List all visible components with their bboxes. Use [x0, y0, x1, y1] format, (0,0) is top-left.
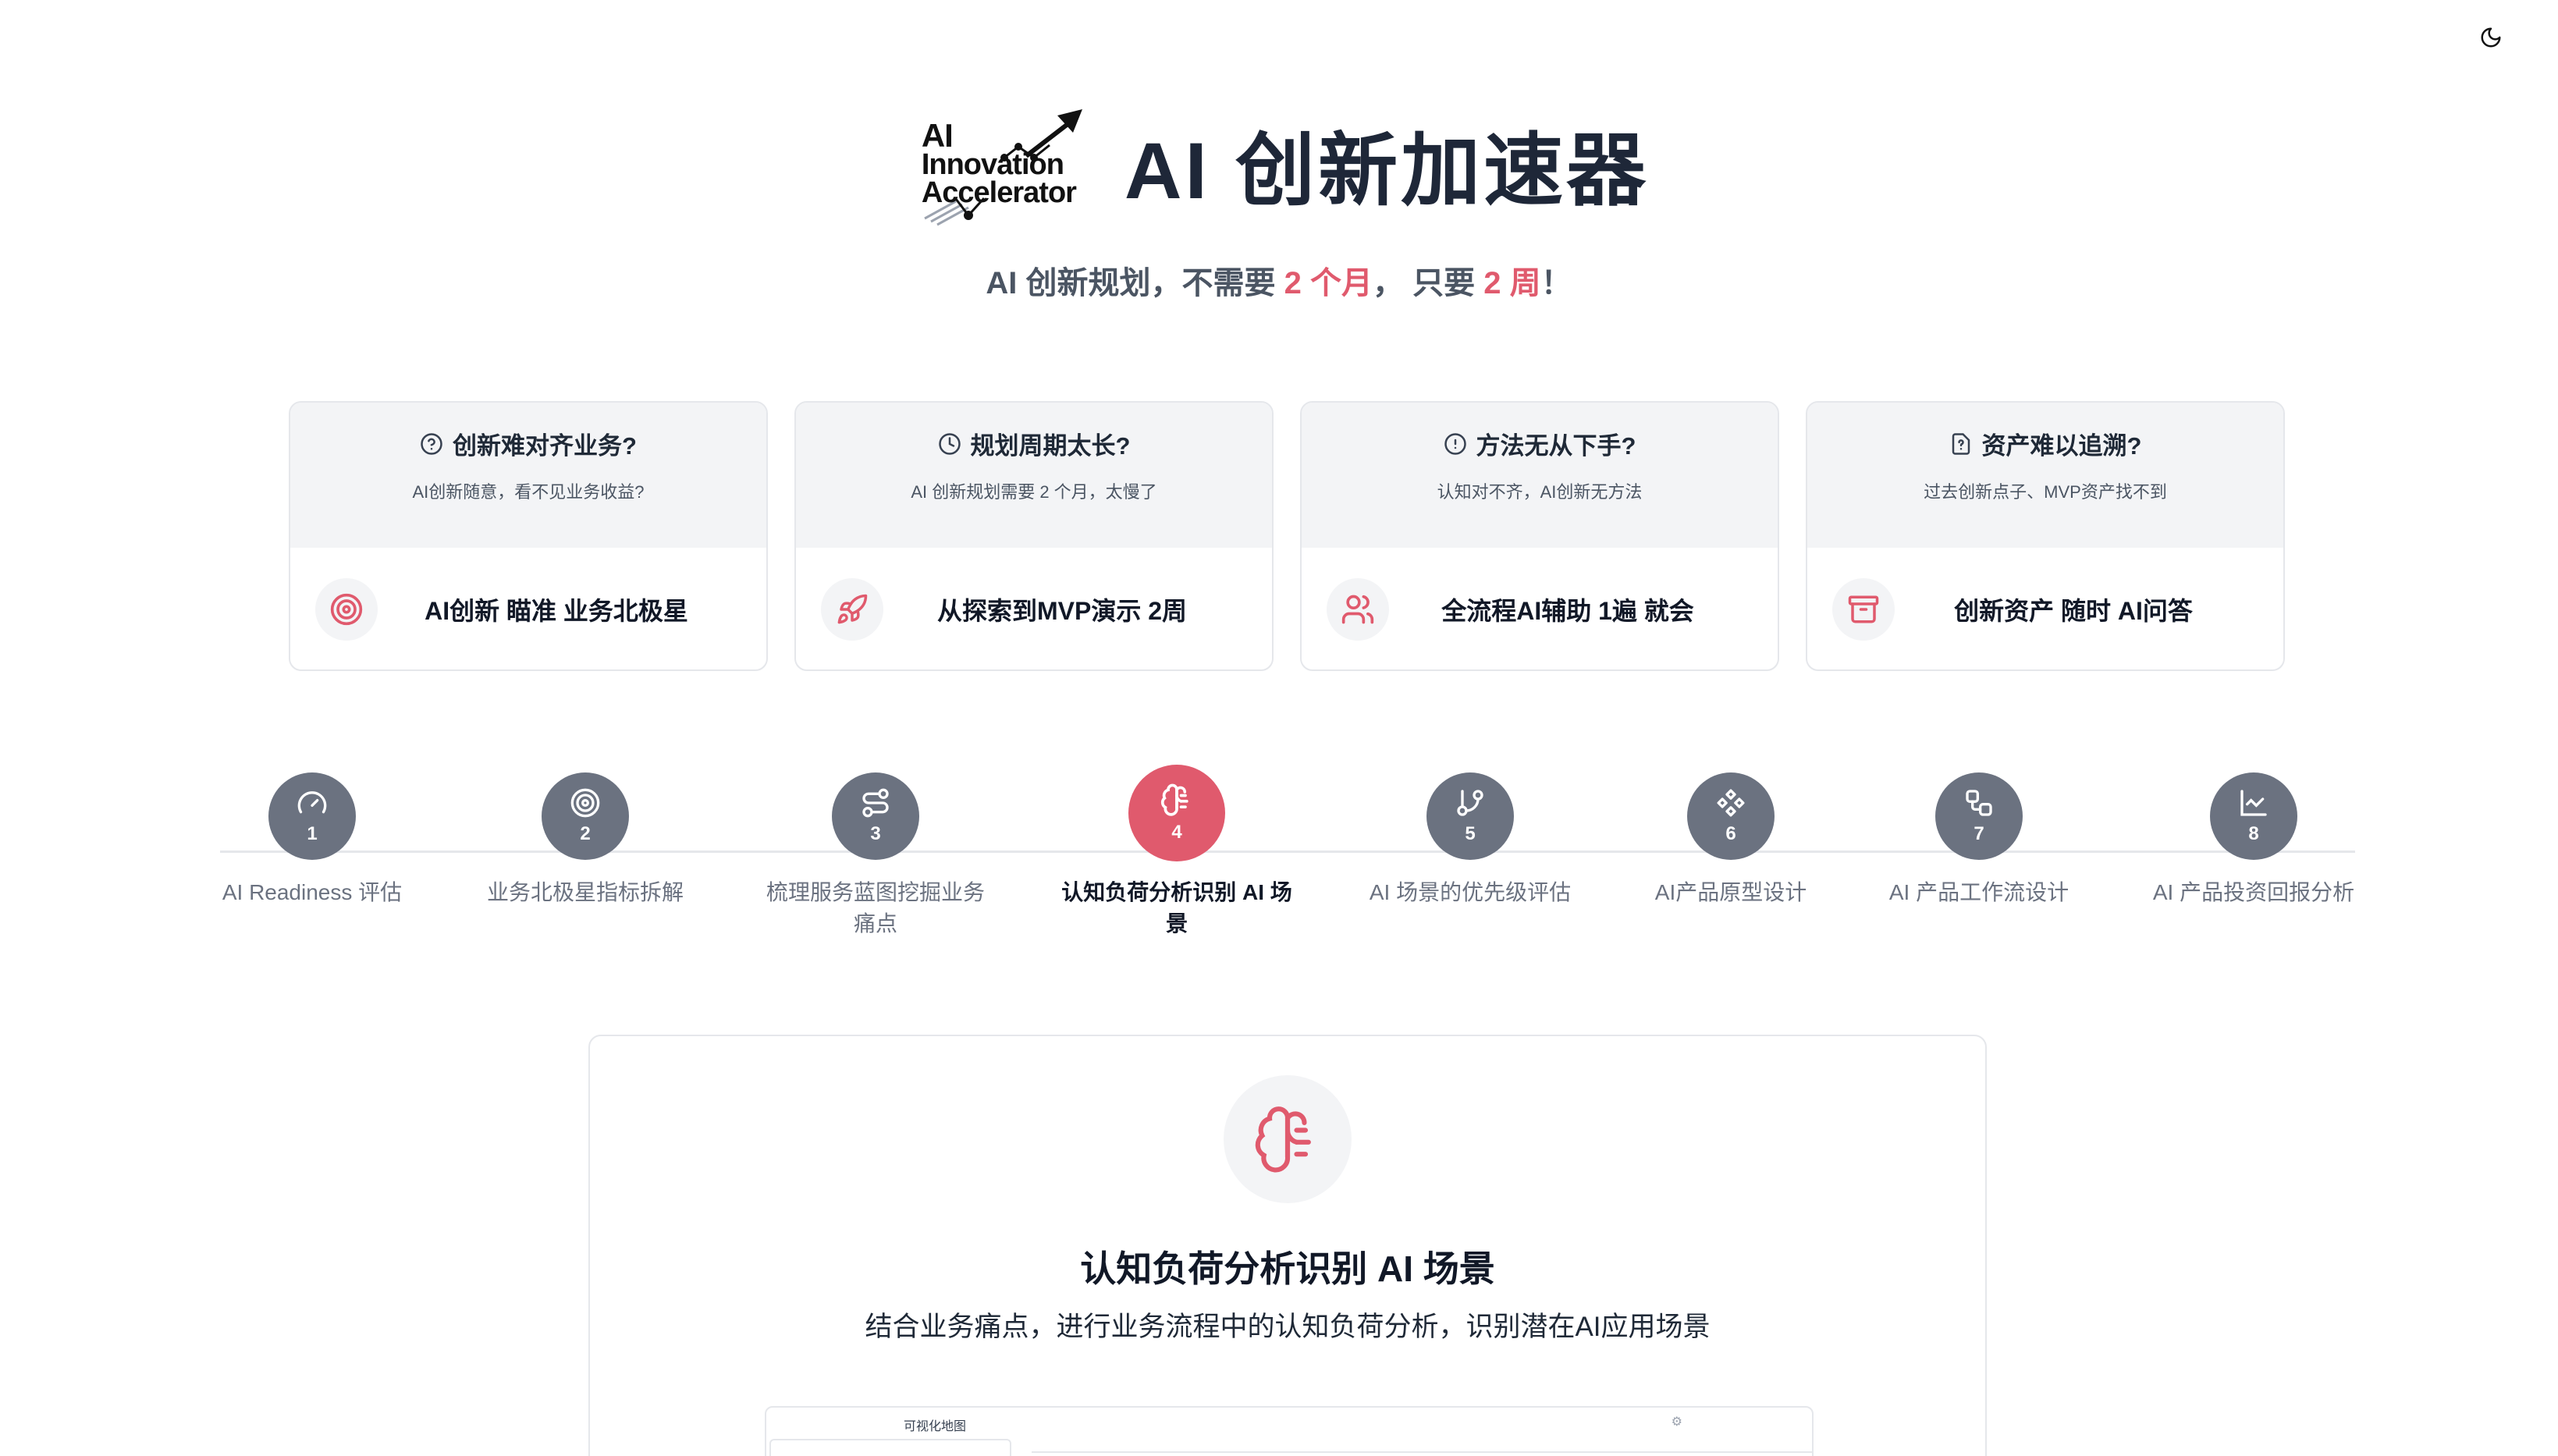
step-number: 4	[1171, 822, 1182, 843]
card-question: 方法无从下手?	[1476, 432, 1636, 460]
step-number: 3	[870, 823, 881, 844]
card-question: 创新难对齐业务?	[453, 432, 637, 460]
step-circle[interactable]: 1	[268, 772, 356, 860]
preview-canvas	[1032, 1451, 1812, 1456]
theme-toggle-button[interactable]	[2475, 22, 2506, 53]
step-6[interactable]: 6 AI产品原型设计	[1606, 765, 1856, 908]
gauge-icon	[297, 791, 327, 814]
step-circle[interactable]: 7	[1935, 772, 2023, 860]
step-7[interactable]: 7 AI 产品工作流设计	[1854, 765, 2104, 908]
step-circle[interactable]: 8	[2210, 772, 2297, 860]
step-number: 6	[1725, 823, 1736, 844]
component-icon	[1717, 789, 1745, 817]
step-label: AI 产品工作流设计	[1888, 880, 2069, 904]
step-label: 认知负荷分析识别 AI 场景	[1061, 880, 1292, 936]
card-question: 规划周期太长?	[970, 432, 1131, 460]
page-title: AI 创新加速器	[1124, 126, 1650, 215]
step-number: 8	[2248, 823, 2259, 844]
subtitle-text-3: ！	[1540, 266, 1572, 300]
card-subtext: 过去创新点子、MVP资产找不到	[1924, 482, 2167, 502]
step-number: 2	[580, 823, 591, 844]
card-subtext: 认知对不齐，AI创新无方法	[1437, 482, 1643, 502]
help-circle-icon	[421, 432, 442, 455]
card-answer: 创新资产 随时 AI问答	[1954, 597, 2193, 625]
logo-line-1: AI	[921, 117, 954, 154]
route-icon	[862, 788, 889, 818]
logo-line-3: Accelerator	[921, 176, 1077, 209]
rocket-icon	[821, 578, 883, 641]
process-timeline: 1 AI Readiness 评估 2 业务北极星指标拆解 3 梳理服务蓝图挖掘…	[0, 765, 2558, 952]
card-answer: 全流程AI辅助 1遍 就会	[1441, 597, 1694, 625]
step-detail-panel: 认知负荷分析识别 AI 场景 结合业务痛点，进行业务流程中的认知负荷分析，识别潜…	[588, 1035, 1987, 1456]
step-circle[interactable]: 2	[542, 772, 629, 860]
step-8[interactable]: 8 AI 产品投资回报分析	[2129, 765, 2379, 908]
step-circle[interactable]: 3	[832, 772, 919, 860]
target-icon	[570, 788, 600, 818]
subtitle-highlight-1: 2 个月	[1284, 266, 1373, 300]
gear-icon: ⚙	[1671, 1415, 1682, 1429]
detail-description: 结合业务痛点，进行业务流程中的认知负荷分析，识别潜在AI应用场景	[865, 1312, 1711, 1342]
step-2[interactable]: 2 业务北极星指标拆解	[460, 765, 710, 908]
card-answer: 从探索到MVP演示 2周	[936, 597, 1188, 625]
brain-icon	[1224, 1075, 1352, 1203]
git-branch-icon	[1457, 790, 1483, 816]
clock-icon	[938, 432, 961, 455]
users-icon	[1327, 578, 1389, 641]
step-3[interactable]: 3 梳理服务蓝图挖掘业务痛点	[751, 765, 1000, 939]
preview-sidebar	[769, 1439, 1011, 1456]
hero-subtitle: AI 创新规划，不需要 2 个月， 只要 2 周！	[0, 257, 2558, 303]
card-subtext: AI创新随意，看不见业务收益?	[412, 482, 645, 502]
pain-point-cards: 创新难对齐业务? AI创新随意，看不见业务收益? AI创新 瞄准 业务北极星 规…	[289, 401, 2285, 671]
alert-circle-icon	[1444, 432, 1466, 455]
logo: AI Innovation Accelerator	[909, 101, 1089, 226]
subtitle-text-1: AI 创新规划，不需要	[986, 266, 1284, 300]
step-4-active[interactable]: 4 认知负荷分析识别 AI 场景	[1052, 765, 1302, 939]
step-label: 梳理服务蓝图挖掘业务痛点	[766, 880, 985, 936]
step-label: 业务北极星指标拆解	[486, 880, 684, 904]
subtitle-text-2: ， 只要	[1373, 266, 1484, 300]
step-label: AI Readiness 评估	[222, 880, 403, 904]
step-number: 1	[307, 823, 318, 844]
step-label: AI产品原型设计	[1654, 880, 1807, 904]
step-5[interactable]: 5 AI 场景的优先级评估	[1345, 765, 1595, 908]
line-chart-icon	[2240, 790, 2267, 816]
archive-icon	[1832, 578, 1895, 641]
step-circle[interactable]: 5	[1426, 772, 1514, 860]
workflow-icon	[1966, 790, 1992, 816]
pain-card-method: 方法无从下手? 认知对不齐，AI创新无方法 全流程AI辅助 1遍 就会	[1300, 401, 1779, 671]
brain-icon	[1160, 783, 1188, 816]
card-answer: AI创新 瞄准 业务北极星	[425, 597, 688, 625]
logo-line-2: Innovation	[921, 148, 1064, 181]
preview-title: 可视化地图	[904, 1420, 967, 1433]
hero-header: AI Innovation Accelerator AI 创新加速器	[0, 101, 2558, 226]
step-number: 5	[1465, 823, 1476, 844]
moon-icon	[2481, 27, 2501, 48]
file-question-icon	[1952, 432, 1970, 455]
pain-card-cycle: 规划周期太长? AI 创新规划需要 2 个月，太慢了 从探索到MVP演示 2周	[794, 401, 1274, 671]
card-subtext: AI 创新规划需要 2 个月，太慢了	[911, 482, 1157, 502]
detail-title: 认知负荷分析识别 AI 场景	[1080, 1248, 1495, 1289]
step-1[interactable]: 1 AI Readiness 评估	[187, 765, 437, 908]
step-circle[interactable]: 4	[1128, 765, 1225, 861]
subtitle-highlight-2: 2 周	[1483, 266, 1541, 300]
step-label: AI 场景的优先级评估	[1369, 880, 1572, 904]
pain-card-alignment: 创新难对齐业务? AI创新随意，看不见业务收益? AI创新 瞄准 业务北极星	[289, 401, 768, 671]
step-number: 7	[1974, 823, 1984, 844]
target-icon	[315, 578, 378, 641]
card-question: 资产难以追溯?	[1981, 432, 2142, 460]
pain-card-assets: 资产难以追溯? 过去创新点子、MVP资产找不到 创新资产 随时 AI问答	[1806, 401, 2285, 671]
step-label: AI 产品投资回报分析	[2152, 880, 2355, 904]
preview-screenshot[interactable]: 可视化地图 ⚙	[765, 1406, 1814, 1456]
step-circle[interactable]: 6	[1687, 772, 1775, 860]
